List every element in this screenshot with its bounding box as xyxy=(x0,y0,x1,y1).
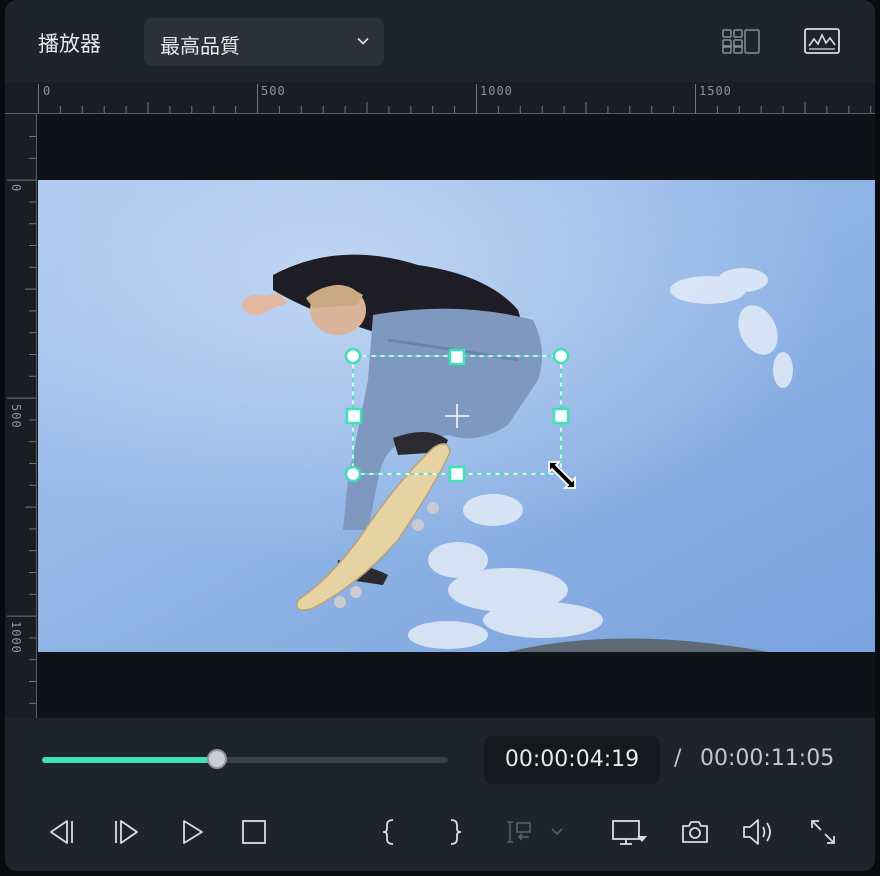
play-icon xyxy=(183,820,203,844)
horizontal-ruler: 0 500 1000 1500 xyxy=(5,82,875,114)
vruler-label-500: 500 xyxy=(9,404,23,429)
vruler-label-1000: 1000 xyxy=(9,621,23,654)
volume-icon xyxy=(743,819,771,845)
quality-value: 最高品質 xyxy=(160,34,240,58)
play-button[interactable] xyxy=(174,814,210,850)
chevron-down-icon xyxy=(357,37,369,45)
volume-button[interactable] xyxy=(741,814,777,850)
player-panel: 播放器 最高品質 0 500 1000 1500 0 500 1000 00:0… xyxy=(5,0,875,871)
fullscreen-icon xyxy=(811,820,835,844)
display-button[interactable] xyxy=(609,814,649,850)
camera-icon xyxy=(682,821,708,843)
mark-in-icon xyxy=(382,819,394,845)
display-icon xyxy=(612,820,647,845)
next-frame-button[interactable] xyxy=(109,814,145,850)
total-time: 00:00:11:05 xyxy=(700,746,835,771)
waveform-icon[interactable] xyxy=(803,27,841,57)
preview-viewer: 0 500 1000 1500 0 500 1000 xyxy=(5,82,875,718)
scrubber-handle[interactable] xyxy=(206,749,227,769)
quality-dropdown[interactable]: 最高品質 xyxy=(144,18,384,66)
skateboarder-image xyxy=(38,180,875,652)
grid-layout-icon[interactable] xyxy=(721,27,763,57)
stop-icon xyxy=(242,820,266,844)
next-frame-icon xyxy=(115,820,138,844)
mark-in-button[interactable] xyxy=(371,814,407,850)
scrubber-progress xyxy=(42,757,217,763)
vruler-label-0: 0 xyxy=(9,184,23,193)
time-separator: / xyxy=(674,746,682,771)
insert-dropdown[interactable] xyxy=(501,814,571,850)
current-time[interactable]: 00:00:04:19 xyxy=(484,736,660,784)
player-header: 播放器 最高品質 xyxy=(5,0,875,82)
previous-frame-icon xyxy=(50,820,73,844)
insert-icon xyxy=(507,821,563,843)
horizontal-ruler-ticks xyxy=(5,84,875,114)
ruler-label-0: 0 xyxy=(43,84,52,98)
previous-frame-button[interactable] xyxy=(43,814,79,850)
mark-out-icon xyxy=(450,819,462,845)
panel-title: 播放器 xyxy=(38,32,101,56)
ruler-label-1000: 1000 xyxy=(480,84,513,98)
timeline-scrubber[interactable] xyxy=(42,749,448,769)
snapshot-button[interactable] xyxy=(677,814,713,850)
stop-button[interactable] xyxy=(236,814,272,850)
playback-controls: 00:00:04:19 / 00:00:11:05 xyxy=(5,718,875,871)
vertical-ruler: 0 500 1000 xyxy=(5,114,37,718)
video-frame[interactable] xyxy=(38,180,875,652)
ruler-label-1500: 1500 xyxy=(699,84,732,98)
mark-out-button[interactable] xyxy=(437,814,473,850)
ruler-label-500: 500 xyxy=(261,84,286,98)
fullscreen-button[interactable] xyxy=(805,814,841,850)
